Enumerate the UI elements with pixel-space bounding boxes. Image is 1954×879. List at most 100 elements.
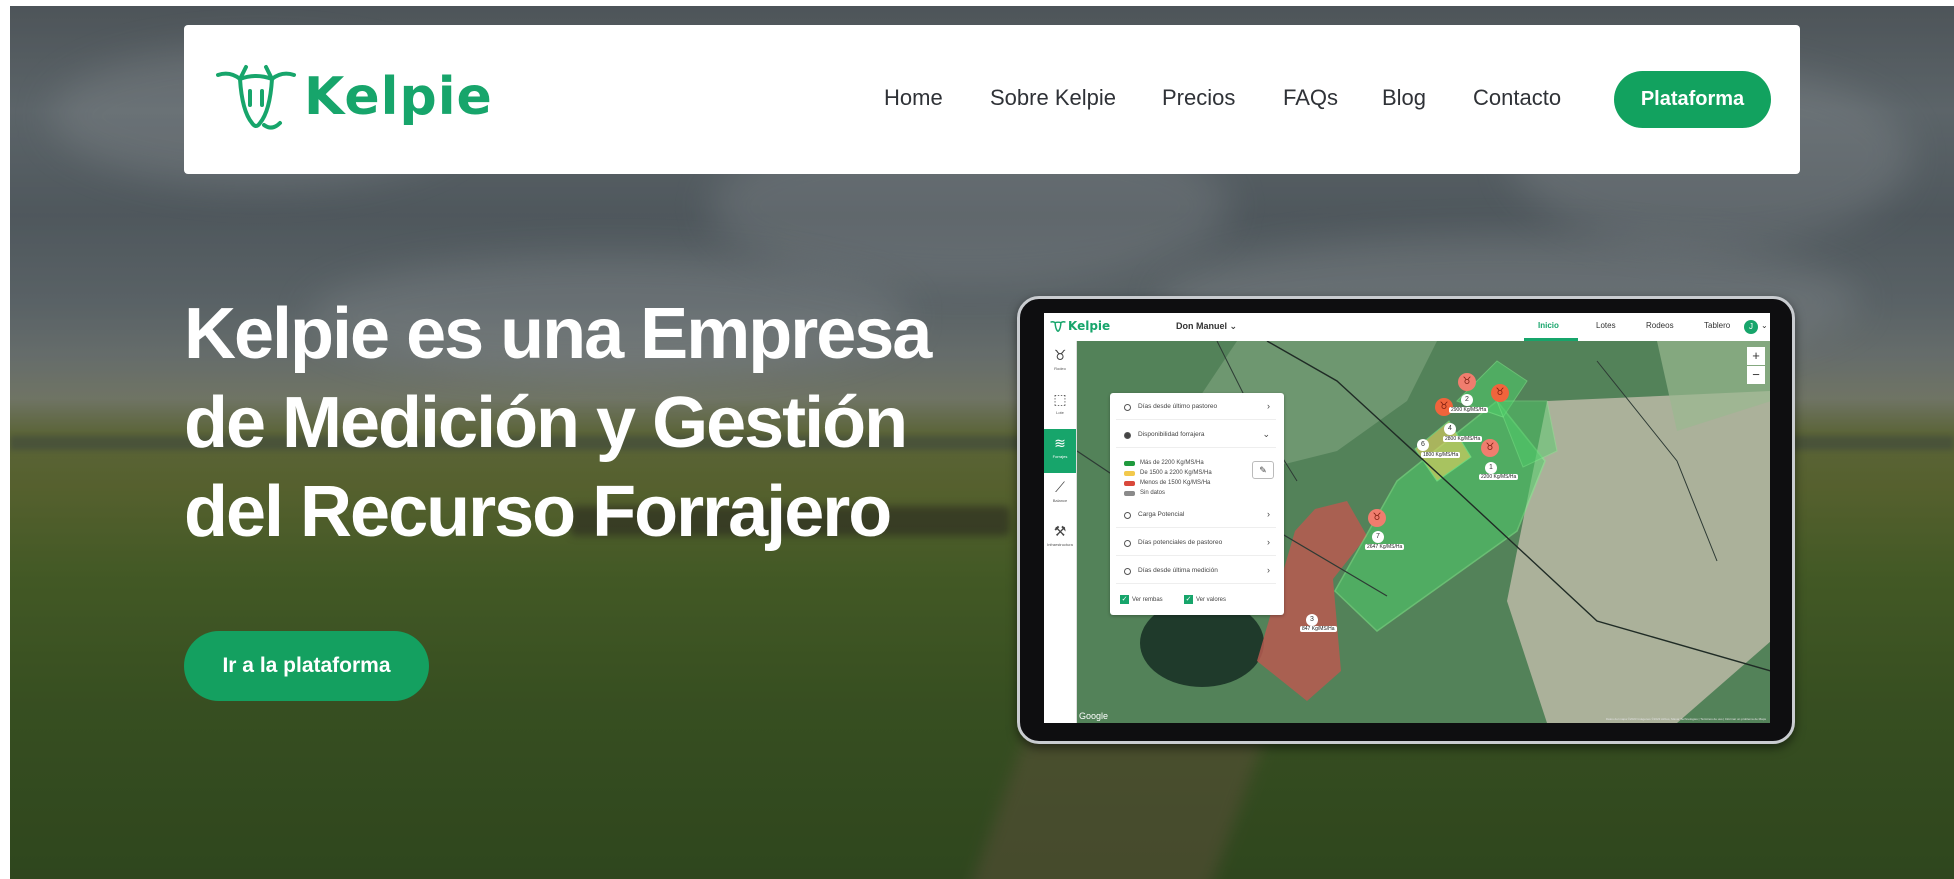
checkbox-label: Ver valores — [1196, 597, 1227, 604]
app-logo-text: Kelpie — [1068, 319, 1111, 333]
nav-sobre-kelpie[interactable]: Sobre Kelpie — [990, 85, 1116, 111]
legend-item: De 1500 a 2200 Kg/MS/Ha — [1122, 469, 1242, 479]
radio-icon — [1124, 432, 1131, 439]
sidebar-item-label: Forrajes — [1052, 454, 1068, 459]
legend-item: Más de 2200 Kg/MS/Ha — [1122, 459, 1242, 469]
tab-tablero[interactable]: Tablero — [1704, 321, 1730, 330]
app-header: Kelpie Don Manuel ⌄ Inicio Lotes Rodeos … — [1044, 313, 1770, 342]
lot-number[interactable]: 3 — [1306, 614, 1318, 626]
hero-title-line: del Recurso Forrajero — [184, 472, 892, 552]
chevron-right-icon: › — [1267, 509, 1270, 519]
layer-option[interactable]: Carga Potencial › — [1116, 505, 1276, 528]
lot-number[interactable]: 7 — [1372, 531, 1384, 543]
legend-label: Más de 2200 Kg/MS/Ha — [1140, 460, 1204, 466]
check-icon: ✓ — [1184, 595, 1193, 604]
layer-option[interactable]: Disponibilidad forrajera ⌄ — [1116, 425, 1276, 448]
lot-value: 847 Kg/MS/Ha — [1300, 626, 1337, 632]
herd-marker-icon[interactable]: ♉ — [1458, 373, 1476, 391]
legend-swatch — [1124, 461, 1135, 466]
sidebar-item-infraestructura[interactable]: ⚒ Infraestructura — [1044, 517, 1076, 561]
app-sidebar: ♉ Rodeo ⬚ Lote ≋ Forrajes ⟋ Balance ⚒ Infraes… — [1044, 341, 1077, 723]
chevron-down-icon[interactable]: ⌄ — [1761, 321, 1768, 330]
sidebar-item-label: Lote — [1056, 410, 1064, 415]
lot-value: 2647 Kg/MS/Ha — [1365, 544, 1405, 550]
lot-number[interactable]: 2 — [1461, 394, 1473, 406]
checkbox-ver-valores[interactable]: ✓ Ver valores — [1184, 595, 1226, 604]
lot-number[interactable]: 1 — [1485, 462, 1497, 474]
tab-inicio[interactable]: Inicio — [1538, 321, 1559, 330]
layer-label: Días potenciales de pastoreo — [1138, 539, 1223, 546]
nav-precios[interactable]: Precios — [1162, 85, 1235, 111]
forage-layer-panel: Días desde último pastoreo › Disponibilid… — [1110, 393, 1284, 615]
lot-number[interactable]: 6 — [1417, 439, 1429, 451]
nav-blog[interactable]: Blog — [1382, 85, 1426, 111]
layer-option[interactable]: Días desde último pastoreo › — [1116, 397, 1276, 420]
main-nav: Home Sobre Kelpie Precios FAQs Blog Cont… — [184, 25, 1800, 174]
farm-selector[interactable]: Don Manuel ⌄ — [1176, 321, 1237, 332]
wrench-icon: ⚒ — [1053, 523, 1067, 539]
check-icon: ✓ — [1120, 595, 1129, 604]
lot-value: 2900 Kg/MS/Ha — [1449, 407, 1489, 413]
legend-swatch — [1124, 481, 1135, 486]
layer-label: Días desde última medición — [1138, 567, 1218, 574]
herd-marker-icon[interactable]: ♉ — [1368, 509, 1386, 527]
herd-marker-icon[interactable]: ♉ — [1481, 439, 1499, 457]
tab-rodeos[interactable]: Rodeos — [1646, 321, 1674, 330]
chevron-down-icon: ⌄ — [1262, 429, 1270, 439]
radio-icon — [1124, 404, 1131, 411]
radio-icon — [1124, 512, 1131, 519]
legend-label: Menos de 1500 Kg/MS/Ha — [1140, 480, 1211, 486]
sidebar-item-label: Infraestructura — [1047, 542, 1073, 547]
chevron-right-icon: › — [1267, 537, 1270, 547]
zoom-in-button[interactable]: + — [1747, 347, 1765, 365]
map-attribution[interactable]: Datos del mapa ©2023 Imágenes ©2023 Airb… — [1606, 717, 1766, 721]
legend-swatch — [1124, 491, 1135, 496]
edit-pencil-icon[interactable]: ✎ — [1252, 461, 1274, 479]
ruler-icon: ⟋ — [1055, 479, 1065, 495]
nav-faqs[interactable]: FAQs — [1283, 85, 1338, 111]
nav-home[interactable]: Home — [884, 85, 943, 111]
layers-icon: ≋ — [1054, 435, 1066, 451]
herd-marker-icon[interactable]: ♉ — [1491, 384, 1509, 402]
legend-label: De 1500 a 2200 Kg/MS/Ha — [1140, 470, 1212, 476]
sidebar-item-label: Balance — [1052, 498, 1068, 503]
go-to-platform-button[interactable]: Ir a la plataforma — [184, 631, 429, 701]
lot-value: 1800 Kg/MS/Ha — [1421, 452, 1461, 458]
checkbox-ver-rembas[interactable]: ✓ Ver rembas — [1120, 595, 1163, 604]
checkbox-label: Ver rembas — [1132, 597, 1163, 604]
avatar[interactable]: J — [1744, 320, 1758, 334]
layer-option[interactable]: Días potenciales de pastoreo › — [1116, 533, 1276, 556]
chevron-down-icon: ⌄ — [1229, 321, 1238, 331]
chevron-right-icon: › — [1267, 565, 1270, 575]
sidebar-item-balance[interactable]: ⟋ Balance — [1044, 473, 1076, 517]
legend: Más de 2200 Kg/MS/Ha De 1500 a 2200 Kg/M… — [1122, 459, 1242, 499]
layer-option[interactable]: Días desde última medición › — [1116, 561, 1276, 584]
radio-icon — [1124, 540, 1131, 547]
hero-title: Kelpie es una Empresa de Medición y Gest… — [184, 290, 964, 557]
chevron-right-icon: › — [1267, 401, 1270, 411]
zoom-out-button[interactable]: − — [1747, 366, 1765, 384]
app-screenshot: Kelpie Don Manuel ⌄ Inicio Lotes Rodeos … — [1044, 313, 1770, 723]
tab-lotes[interactable]: Lotes — [1596, 321, 1616, 330]
layer-label: Carga Potencial — [1138, 511, 1185, 518]
google-logo: Google — [1079, 711, 1109, 721]
nav-contacto[interactable]: Contacto — [1473, 85, 1561, 111]
lot-number[interactable]: 4 — [1444, 423, 1456, 435]
cow-icon: ♉ — [1053, 347, 1067, 363]
lot-value: 2200 Kg/MS/Ha — [1479, 474, 1519, 480]
farm-name: Don Manuel — [1176, 321, 1227, 331]
cow-logo-icon — [1050, 321, 1066, 332]
legend-swatch — [1124, 471, 1135, 476]
lot-value: 2800 Kg/MS/Ha — [1443, 436, 1483, 442]
sidebar-item-lote[interactable]: ⬚ Lote — [1044, 385, 1076, 429]
platform-button[interactable]: Plataforma — [1614, 71, 1771, 128]
app-logo: Kelpie — [1050, 319, 1110, 333]
legend-item: Menos de 1500 Kg/MS/Ha — [1122, 479, 1242, 489]
sidebar-item-rodeo[interactable]: ♉ Rodeo — [1044, 341, 1076, 385]
map-area-icon: ⬚ — [1053, 391, 1067, 407]
legend-label: Sin datos — [1140, 490, 1166, 496]
hero-title-line: Kelpie es una Empresa — [184, 294, 932, 374]
layer-label: Disponibilidad forrajera — [1138, 431, 1205, 438]
layer-label: Días desde último pastoreo — [1138, 403, 1218, 410]
sidebar-item-forrajes[interactable]: ≋ Forrajes — [1044, 429, 1076, 473]
